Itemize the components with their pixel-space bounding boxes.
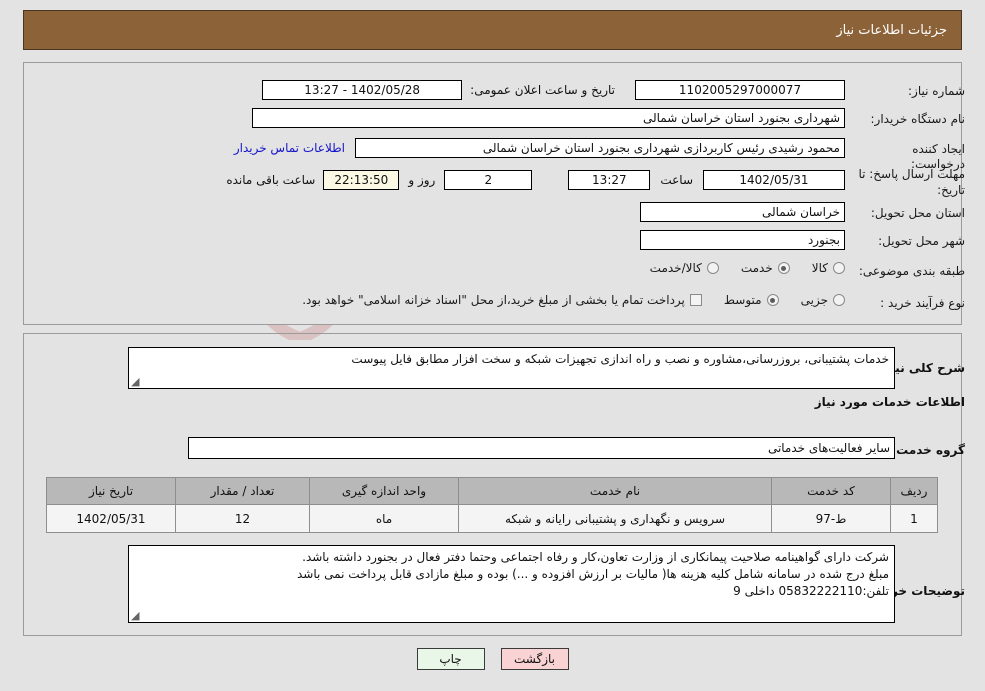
province-value: خراسان شمالی — [640, 202, 845, 222]
buyer-notes-textarea[interactable]: شرکت دارای گواهینامه صلاحیت پیمانکاری از… — [128, 545, 895, 623]
buyer-note-line: شرکت دارای گواهینامه صلاحیت پیمانکاری از… — [302, 550, 889, 564]
checkbox-icon[interactable] — [689, 294, 702, 306]
general-description-textarea[interactable]: خدمات پشتیبانی، بروزرسانی،مشاوره و نصب و… — [128, 347, 895, 389]
deadline-hour-value: 13:27 — [568, 170, 651, 190]
radio-circle-icon[interactable] — [833, 262, 845, 274]
th-unit: واحد اندازه گیری — [309, 477, 459, 505]
radio-process-1[interactable]: متوسط — [724, 293, 779, 307]
radio-circle-icon[interactable] — [706, 262, 719, 274]
need-number-field-row: 1102005297000077 — [635, 80, 845, 100]
public-announce-value: 1402/05/28 - 13:27 — [262, 80, 463, 100]
requester-field-row: محمود رشیدی رئیس کاربردازی شهرداری بجنور… — [234, 138, 845, 158]
label-deadline: مهلت ارسال پاسخ: تا تاریخ: — [858, 167, 965, 197]
print-button[interactable]: چاپ — [416, 648, 485, 670]
back-button[interactable]: بازگشت — [500, 648, 569, 670]
remaining-days-value: 2 — [444, 170, 533, 190]
page-header: جزئیات اطلاعات نیاز — [23, 10, 962, 50]
province-field-row: خراسان شمالی — [640, 202, 845, 222]
service-group-value: سایر فعالیت‌های خدماتی — [188, 437, 895, 459]
public-announce-row: تاریخ و ساعت اعلان عمومی: 1402/05/28 - 1… — [262, 80, 615, 100]
label-public-announce: تاریخ و ساعت اعلان عمومی: — [470, 83, 615, 97]
cell-qty: 12 — [175, 504, 310, 533]
services-table: ردیف کد خدمت نام خدمت واحد اندازه گیری ت… — [46, 477, 938, 533]
buyer-note-line: مبلغ درج شده در سامانه شامل کلیه هزینه ه… — [296, 567, 889, 581]
cell-code: ط-97 — [771, 504, 891, 533]
resize-grip-icon[interactable]: ◣ — [131, 609, 141, 622]
radio-circle-icon[interactable] — [777, 262, 790, 274]
table-header-row: ردیف کد خدمت نام خدمت واحد اندازه گیری ت… — [46, 477, 938, 505]
radio-process-0[interactable]: جزیی — [801, 293, 845, 307]
radio-label: جزیی — [800, 293, 828, 307]
buyer-org-value: شهرداری بجنورد استان خراسان شمالی — [252, 108, 845, 128]
radio-circle-icon[interactable] — [766, 294, 779, 306]
label-city: شهر محل تحویل: — [878, 234, 965, 248]
radio-circle-icon[interactable] — [833, 294, 845, 306]
city-value: بجنورد — [640, 230, 845, 250]
radio-label: کالا — [811, 261, 828, 275]
th-radif: ردیف — [890, 477, 938, 505]
need-number-value: 1102005297000077 — [635, 80, 845, 100]
cell-unit: ماه — [309, 504, 459, 533]
radio-label: خدمت — [740, 261, 773, 275]
radio-label: کالا/خدمت — [649, 261, 702, 275]
radio-category-0[interactable]: کالا — [812, 261, 845, 275]
treasury-checkbox-item[interactable]: پرداخت تمام یا بخشی از مبلغ خرید،از محل … — [302, 293, 702, 307]
label-buyer-org: نام دستگاه خریدار: — [870, 112, 966, 126]
th-date: تاریخ نیاز — [46, 477, 176, 505]
deadline-date-value: 1402/05/31 — [703, 170, 845, 190]
process-radio-group: جزیی متوسط پرداخت تمام یا بخشی از مبلغ خ… — [292, 293, 845, 307]
treasury-note-text: پرداخت تمام یا بخشی از مبلغ خرید،از محل … — [302, 293, 685, 307]
label-countdown: ساعت باقی مانده — [226, 173, 316, 187]
general-description-value: خدمات پشتیبانی، بروزرسانی،مشاوره و نصب و… — [351, 352, 889, 366]
label-process: نوع فرآیند خرید : — [880, 296, 965, 310]
th-name: نام خدمت — [458, 477, 772, 505]
label-province: استان محل تحویل: — [870, 206, 965, 220]
th-qty: تعداد / مقدار — [175, 477, 310, 505]
category-radio-group: کالا خدمت کالا/خدمت — [628, 261, 845, 275]
resize-grip-icon[interactable]: ◣ — [131, 375, 141, 388]
cell-date: 1402/05/31 — [46, 504, 176, 533]
th-code: کد خدمت — [771, 477, 891, 505]
buyer-org-field-row: شهرداری بجنورد استان خراسان شمالی — [252, 108, 845, 128]
countdown-value: 22:13:50 — [323, 170, 400, 190]
requester-value: محمود رشیدی رئیس کاربردازی شهرداری بجنور… — [355, 138, 845, 158]
page-title: جزئیات اطلاعات نیاز — [836, 22, 947, 38]
label-category: طبقه بندی موضوعی: — [858, 264, 965, 278]
deadline-row: 1402/05/31 ساعت 13:27 2 روز و 22:13:50 س… — [226, 170, 845, 190]
label-remaining-days: روز و — [408, 173, 436, 187]
services-section-heading: اطلاعات خدمات مورد نیاز — [814, 395, 965, 409]
need-info-panel — [23, 62, 962, 325]
action-button-bar: بازگشت چاپ — [0, 648, 985, 670]
table-row: 1 ط-97 سرویس و نگهداری و پشتیبانی رایانه… — [46, 504, 938, 533]
buyer-contact-link[interactable]: اطلاعات تماس خریدار — [234, 141, 345, 155]
radio-category-1[interactable]: خدمت — [741, 261, 790, 275]
city-field-row: بجنورد — [640, 230, 845, 250]
radio-category-2[interactable]: کالا/خدمت — [650, 261, 719, 275]
label-need-number: شماره نیاز: — [908, 84, 965, 98]
cell-radif: 1 — [890, 504, 938, 533]
radio-label: متوسط — [723, 293, 762, 307]
label-service-group: گروه خدمت: — [891, 443, 965, 457]
buyer-note-line: تلفن:05832222110 داخلی 9 — [733, 584, 889, 598]
cell-name: سرویس و نگهداری و پشتیبانی رایانه و شبکه — [458, 504, 772, 533]
label-deadline-hour: ساعت — [660, 173, 693, 187]
